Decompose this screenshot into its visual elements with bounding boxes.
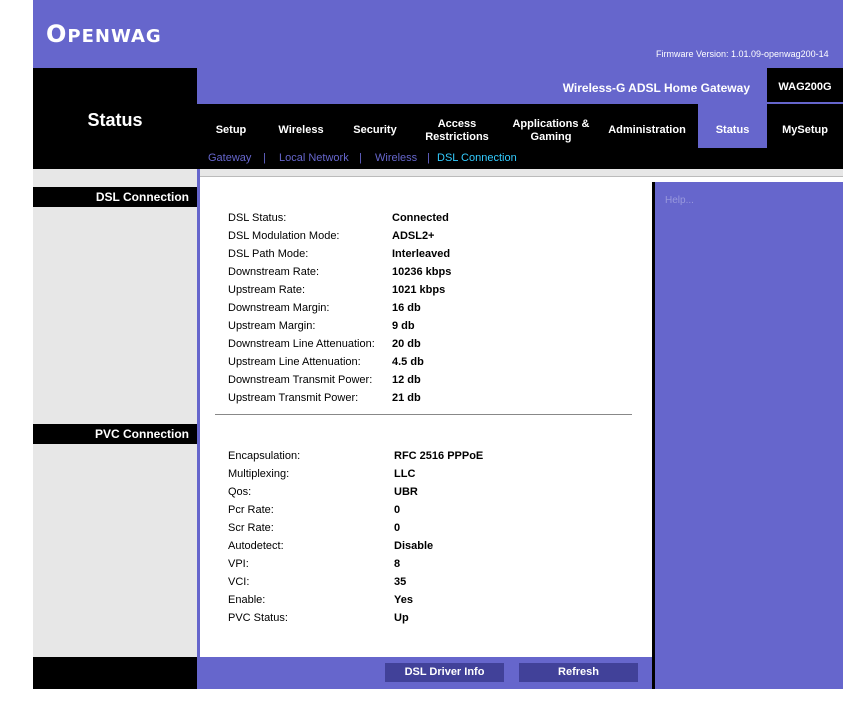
qos-label: Qos: <box>228 486 252 498</box>
vpi-value: 8 <box>394 558 401 570</box>
pvc-status-value: Up <box>394 612 409 624</box>
tab-mysetup[interactable]: MySetup <box>772 124 838 137</box>
dsl-path-mode-label: DSL Path Mode: <box>228 248 309 260</box>
model-name: WAG200G <box>778 81 832 93</box>
firmware-version: Firmware Version: 1.01.09-openwag200-14 <box>656 49 829 59</box>
dsl-path-mode-value: Interleaved <box>392 248 451 260</box>
dsl-status-label: DSL Status: <box>228 212 287 224</box>
dsl-driver-info-button[interactable]: DSL Driver Info <box>385 663 504 682</box>
enable-label: Enable: <box>228 594 266 606</box>
subtab-local-network[interactable]: Local Network <box>279 152 349 164</box>
qos-value: UBR <box>394 486 418 498</box>
upstream-attenuation-label: Upstream Line Attenuation: <box>228 356 361 368</box>
pvc-section-title: PVC Connection <box>33 424 197 444</box>
upstream-rate-label: Upstream Rate: <box>228 284 306 296</box>
content-area <box>197 169 652 657</box>
subtab-gateway[interactable]: Gateway <box>208 152 251 164</box>
dsl-section-title: DSL Connection <box>33 187 197 207</box>
dsl-modulation-value: ADSL2+ <box>392 230 435 242</box>
upstream-power-value: 21 db <box>392 392 421 404</box>
enable-value: Yes <box>394 594 413 606</box>
downstream-attenuation-value: 20 db <box>392 338 421 350</box>
dsl-status-value: Connected <box>392 212 449 224</box>
downstream-margin-value: 16 db <box>392 302 421 314</box>
pcr-rate-label: Pcr Rate: <box>228 504 274 516</box>
autodetect-label: Autodetect: <box>228 540 284 552</box>
downstream-rate-value: 10236 kbps <box>392 266 452 278</box>
upstream-attenuation-value: 4.5 db <box>392 356 424 368</box>
upstream-margin-label: Upstream Margin: <box>228 320 316 332</box>
tab-wireless[interactable]: Wireless <box>270 124 332 137</box>
downstream-power-label: Downstream Transmit Power: <box>228 374 373 386</box>
subtab-wireless[interactable]: Wireless <box>375 152 417 164</box>
tab-setup[interactable]: Setup <box>208 124 254 137</box>
product-name: Wireless-G ADSL Home Gateway <box>562 81 750 95</box>
refresh-button[interactable]: Refresh <box>519 663 638 682</box>
tab-status[interactable]: Status <box>698 124 767 137</box>
scr-rate-value: 0 <box>394 522 401 534</box>
openwag-logo: OPENWAG <box>46 20 162 48</box>
downstream-attenuation-label: Downstream Line Attenuation: <box>228 338 375 350</box>
autodetect-value: Disable <box>394 540 434 552</box>
page-title: Status <box>87 110 143 130</box>
upstream-margin-value: 9 db <box>392 320 415 332</box>
subnav-separator: | <box>427 152 430 164</box>
tab-security[interactable]: Security <box>348 124 402 137</box>
upstream-rate-value: 1021 kbps <box>392 284 446 296</box>
vpi-label: VPI: <box>228 558 249 570</box>
encapsulation-value: RFC 2516 PPPoE <box>394 450 484 462</box>
dsl-modulation-label: DSL Modulation Mode: <box>228 230 340 242</box>
vci-label: VCI: <box>228 576 250 588</box>
subtab-dsl-connection[interactable]: DSL Connection <box>437 152 517 164</box>
help-panel-border <box>652 182 655 689</box>
downstream-rate-label: Downstream Rate: <box>228 266 320 278</box>
help-link[interactable]: Help... <box>665 195 694 206</box>
footer-left <box>33 657 197 689</box>
downstream-margin-label: Downstream Margin: <box>228 302 330 314</box>
tab-access-restrictions[interactable]: Access Restrictions <box>418 118 496 144</box>
section-divider <box>215 414 632 415</box>
subnav-separator: | <box>359 152 362 164</box>
left-column <box>33 169 197 657</box>
multiplexing-value: LLC <box>394 468 416 480</box>
content-left-border <box>197 169 200 689</box>
tab-applications-gaming[interactable]: Applications & Gaming <box>506 118 596 144</box>
pcr-rate-value: 0 <box>394 504 401 516</box>
vci-value: 35 <box>394 576 407 588</box>
pvc-status-label: PVC Status: <box>228 612 288 624</box>
downstream-power-value: 12 db <box>392 374 421 386</box>
encapsulation-label: Encapsulation: <box>228 450 301 462</box>
scr-rate-label: Scr Rate: <box>228 522 274 534</box>
subnav-separator: | <box>263 152 266 164</box>
multiplexing-label: Multiplexing: <box>228 468 290 480</box>
tab-administration[interactable]: Administration <box>602 124 692 137</box>
help-panel <box>652 182 843 689</box>
upstream-power-label: Upstream Transmit Power: <box>228 392 359 404</box>
